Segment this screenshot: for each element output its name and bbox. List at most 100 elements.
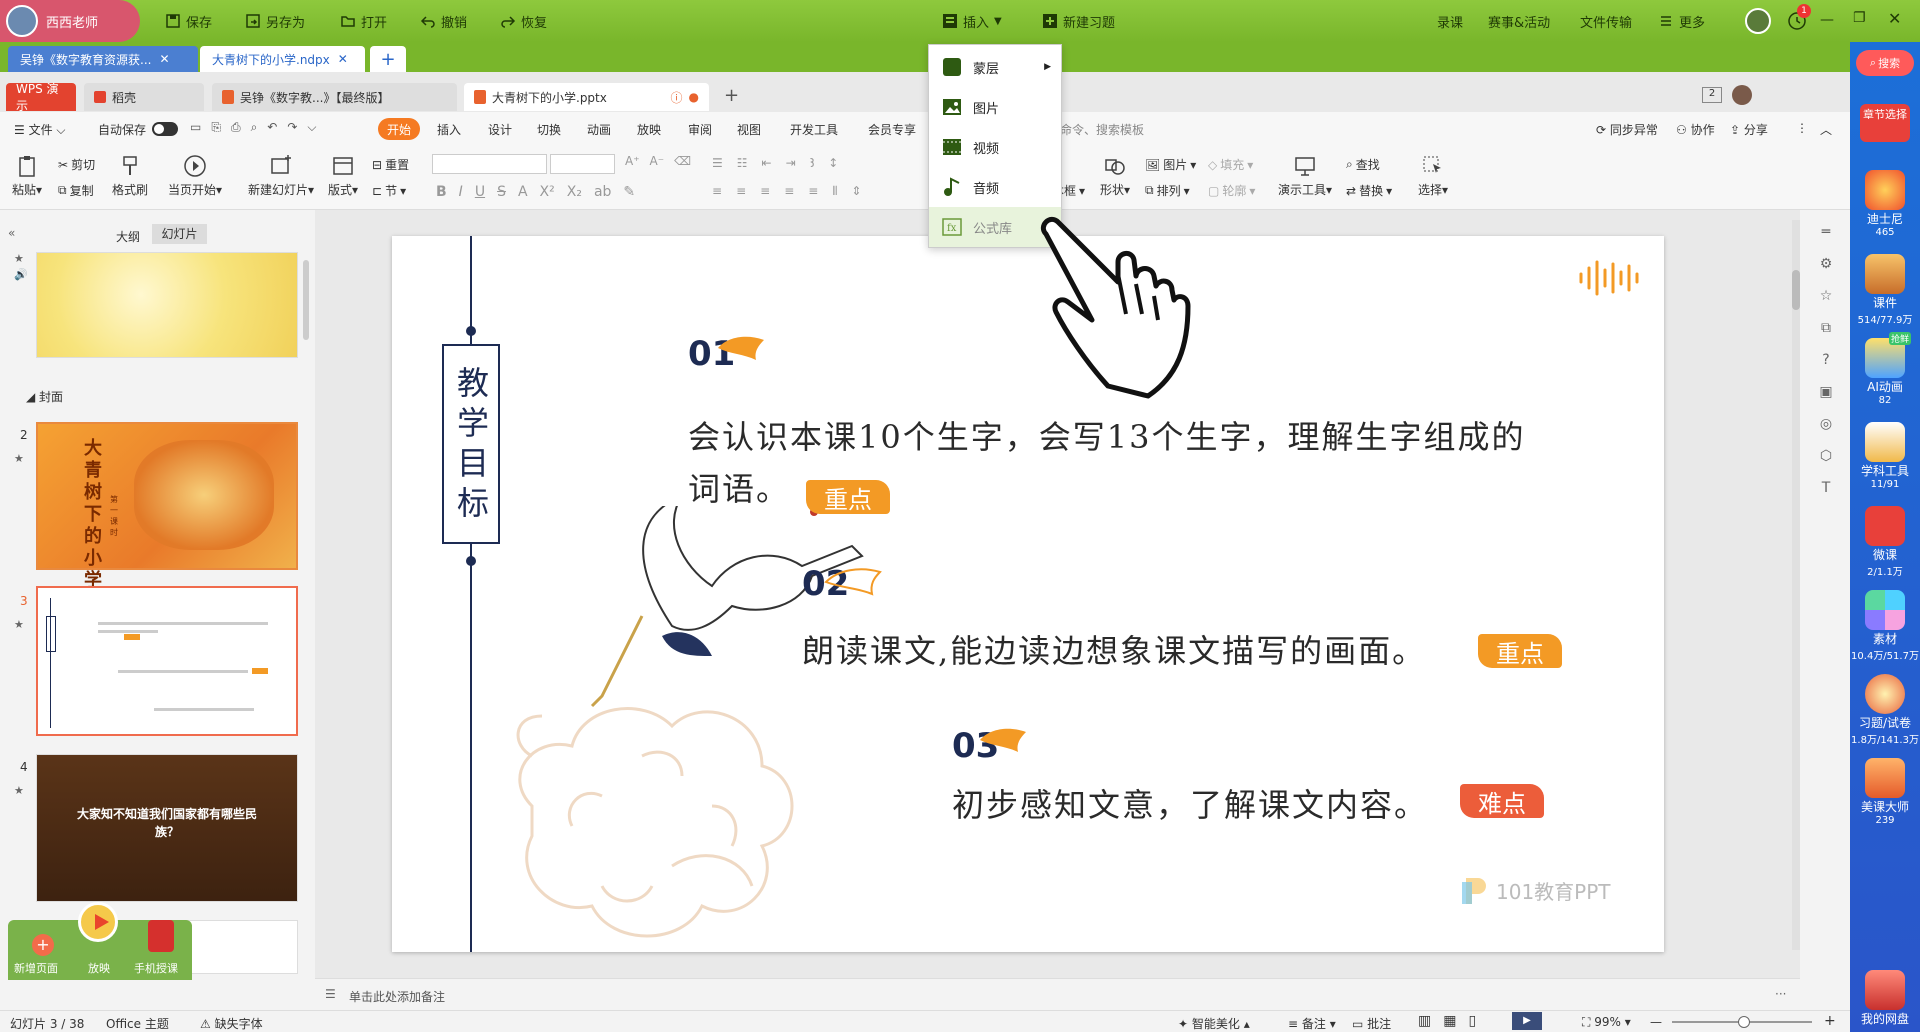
- font-size-select[interactable]: [550, 154, 615, 174]
- save-as-button[interactable]: 另存为: [245, 11, 305, 31]
- resource-ai-animation[interactable]: 抢鲜 AI动画 82: [1850, 332, 1920, 406]
- reset-button[interactable]: ⊟ 重置: [372, 156, 409, 173]
- collapse-panel-icon[interactable]: «: [8, 226, 15, 240]
- window-mode-icon[interactable]: 2: [1702, 87, 1722, 103]
- play-icon[interactable]: [78, 902, 118, 942]
- profile-avatar[interactable]: [1745, 8, 1771, 34]
- sync-status[interactable]: ⟳ 同步异常: [1596, 121, 1658, 138]
- key-point-badge[interactable]: 重点: [1478, 634, 1562, 668]
- adjust-icon[interactable]: ⚙: [1820, 256, 1833, 272]
- menu-item-layer[interactable]: 蒙层 ▶: [929, 47, 1061, 87]
- more-icon[interactable]: ···: [1775, 987, 1786, 1001]
- competition-button[interactable]: 赛事&活动: [1488, 11, 1550, 31]
- file-tab-2[interactable]: 大青树下的小学.pptx ⓘ ●: [464, 83, 709, 111]
- doc-tab-2[interactable]: 大青树下的小学.ndpx ✕: [200, 46, 365, 72]
- wps-app-tab[interactable]: WPS 演示: [6, 82, 76, 113]
- fill-button[interactable]: ◇ 填充 ▾: [1208, 156, 1253, 173]
- beautify-button[interactable]: ✦ 智能美化 ▴: [1178, 1015, 1250, 1032]
- section-header[interactable]: ◢ 封面: [26, 388, 63, 405]
- outline-button[interactable]: ▢ 轮廓 ▾: [1208, 182, 1255, 199]
- quick-access-icons[interactable]: ▭ ⎘ ⎙ ⌕ ↶ ↷ ⌵: [190, 120, 317, 135]
- command-search[interactable]: 命令、搜索模板: [1060, 121, 1144, 138]
- notes-input[interactable]: 单击此处添加备注: [349, 988, 445, 1005]
- paragraph-controls[interactable]: ☰ ☷ ⇤ ⇥ Ꜣ ↕: [712, 156, 838, 170]
- copy-button[interactable]: ⧉ 复制: [58, 182, 94, 199]
- resource-micro-lesson[interactable]: 微课 2/1.1万: [1850, 506, 1920, 578]
- resource-subject-tools[interactable]: 学科工具 11/91: [1850, 422, 1920, 490]
- tab-transition[interactable]: 切换: [537, 121, 561, 138]
- tab-insert[interactable]: 插入: [437, 121, 461, 138]
- save-button[interactable]: 保存: [165, 11, 212, 31]
- file-tab-1[interactable]: 吴铮《数字教...》【最终版】: [212, 83, 457, 111]
- text-icon[interactable]: T: [1822, 480, 1831, 496]
- tab-member[interactable]: 会员专享: [868, 121, 916, 138]
- font-name-select[interactable]: [432, 154, 547, 174]
- location-icon[interactable]: ◎: [1820, 416, 1832, 432]
- slide-thumbnail-2[interactable]: 大青树下的小学 第一课时: [36, 422, 298, 591]
- find-button[interactable]: ⌕ 查找: [1346, 156, 1380, 173]
- resource-courseware[interactable]: 课件 514/77.9万: [1850, 254, 1920, 326]
- record-button[interactable]: 录课: [1437, 11, 1463, 31]
- zoom-slider[interactable]: [1672, 1016, 1812, 1028]
- cube-icon[interactable]: ⬡: [1820, 448, 1832, 464]
- draft-tab[interactable]: 稻壳: [84, 83, 204, 111]
- panel-scrollbar[interactable]: [303, 260, 309, 340]
- tab-review[interactable]: 审阅: [688, 121, 712, 138]
- new-exercise-button[interactable]: 新建习题: [1042, 11, 1115, 31]
- close-icon[interactable]: ✕: [159, 52, 169, 66]
- user-profile[interactable]: 西西老师: [0, 0, 140, 42]
- theme-name[interactable]: Office 主题: [106, 1015, 169, 1032]
- chapter-select-button[interactable]: 章节选择: [1860, 104, 1910, 142]
- autosave-toggle[interactable]: [152, 122, 178, 136]
- shape-button[interactable]: 形状▾: [1100, 154, 1130, 198]
- add-tab-button[interactable]: +: [724, 85, 739, 106]
- zoom-out-button[interactable]: —: [1650, 1015, 1662, 1029]
- insert-menu-button[interactable]: 插入 ▼: [942, 11, 1002, 31]
- tab-animation[interactable]: 动画: [587, 121, 611, 138]
- font-size-controls[interactable]: A⁺ A⁻ ⌫: [625, 154, 691, 168]
- missing-font-button[interactable]: ⚠ 缺失字体: [200, 1015, 263, 1032]
- share-button[interactable]: ⇪ 分享: [1730, 121, 1768, 138]
- resource-search-button[interactable]: ⌕ 搜索: [1856, 50, 1914, 76]
- minimize-button[interactable]: —: [1820, 12, 1834, 28]
- goal-text-2[interactable]: 朗读课文,能边读边想象课文描写的画面。: [802, 626, 1426, 672]
- slides-tab[interactable]: 幻灯片: [152, 224, 207, 244]
- notes-toggle[interactable]: ≡ 备注 ▾: [1288, 1015, 1336, 1032]
- layout-button[interactable]: 版式▾: [328, 154, 358, 198]
- font-style-controls[interactable]: B I U S A X² X₂ ab ✎: [436, 184, 635, 200]
- tab-developer[interactable]: 开发工具: [790, 121, 838, 138]
- view-switcher[interactable]: ▥ ▦ ▯: [1418, 1013, 1476, 1029]
- open-button[interactable]: 打开: [340, 11, 387, 31]
- close-icon[interactable]: ✕: [338, 52, 348, 66]
- file-menu[interactable]: ☰ 文件 ⌵: [14, 121, 66, 138]
- more-options-icon[interactable]: ⋮: [1796, 121, 1808, 135]
- resource-exercises[interactable]: 习题/试卷 1.8万/141.3万: [1850, 674, 1920, 746]
- help-icon[interactable]: ?: [1822, 352, 1829, 368]
- slide-thumbnail-4[interactable]: 大家知不知道我们国家都有哪些民族？: [36, 754, 298, 902]
- cut-button[interactable]: ✂ 剪切: [58, 156, 95, 173]
- drag-handle-icon[interactable]: ═: [1822, 224, 1830, 240]
- picture-button[interactable]: 🖼 图片 ▾: [1145, 156, 1196, 173]
- new-tab-button[interactable]: +: [370, 46, 406, 72]
- audio-wave-icon[interactable]: [1576, 258, 1646, 298]
- arrange-button[interactable]: ⧉ 排列 ▾: [1145, 182, 1190, 199]
- difficulty-badge[interactable]: 难点: [1460, 784, 1544, 818]
- menu-item-audio[interactable]: 音频: [929, 167, 1061, 207]
- close-button[interactable]: ✕: [1888, 9, 1901, 28]
- paste-button[interactable]: 粘贴▾: [12, 154, 42, 198]
- resource-materials[interactable]: 素材 10.4万/51.7万: [1850, 590, 1920, 662]
- zoom-in-button[interactable]: +: [1824, 1013, 1836, 1029]
- quick-new-page[interactable]: 新增页面: [14, 960, 58, 976]
- tab-view[interactable]: 视图: [737, 121, 761, 138]
- account-avatar[interactable]: [1732, 85, 1752, 105]
- replace-button[interactable]: ⇄ 替换 ▾: [1346, 182, 1392, 199]
- more-button[interactable]: 更多: [1658, 11, 1705, 31]
- slideshow-button[interactable]: ▶: [1512, 1012, 1542, 1030]
- present-tools-button[interactable]: 演示工具▾: [1278, 154, 1332, 198]
- menu-item-video[interactable]: 视频: [929, 127, 1061, 167]
- resource-disney[interactable]: 迪士尼 465: [1850, 170, 1920, 238]
- phone-icon[interactable]: [148, 920, 174, 952]
- tab-slideshow[interactable]: 放映: [637, 121, 661, 138]
- play-from-current-button[interactable]: 当页开始▾: [168, 154, 222, 198]
- file-transfer-button[interactable]: 文件传输: [1580, 11, 1632, 31]
